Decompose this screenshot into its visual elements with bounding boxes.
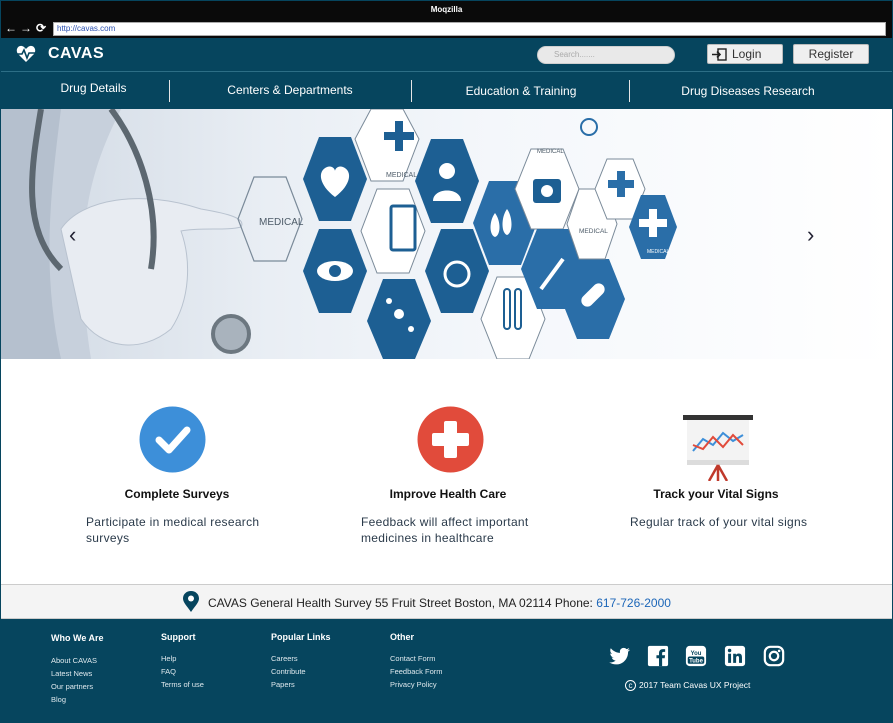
hex-label: MEDICAL — [259, 217, 304, 228]
back-icon[interactable]: ← — [5, 21, 17, 35]
forward-icon[interactable]: → — [20, 21, 32, 35]
twitter-icon[interactable] — [609, 645, 631, 667]
feature-desc-vitals: Regular track of your vital signs — [630, 515, 808, 529]
hex-label: MEDICAL — [386, 172, 417, 179]
footer-link[interactable]: Privacy Policy — [390, 680, 437, 689]
copyright-icon: c — [625, 680, 636, 691]
nav-divider — [629, 80, 630, 102]
svg-text:You: You — [691, 651, 702, 657]
footer-heading-popular: Popular Links — [271, 632, 331, 642]
medical-cross-icon — [417, 406, 484, 473]
svg-text:Tube: Tube — [689, 658, 703, 664]
features-section: Complete Surveys Participate in medical … — [1, 359, 892, 584]
footer-link[interactable]: Our partners — [51, 682, 93, 691]
feature-desc-health: Feedback will affect important medicines… — [361, 515, 529, 545]
feature-desc-surveys: Participate in medical research surveys — [86, 515, 260, 545]
footer-link[interactable]: Contribute — [271, 667, 306, 676]
address-text: CAVAS General Health Survey 55 Fruit Str… — [208, 596, 671, 610]
hero-carousel: MEDICAL MEDICAL MEDICAL MEDICAL MEDICAL … — [1, 109, 892, 359]
footer-link[interactable]: Latest News — [51, 669, 92, 678]
main-nav: Drug Details Centers & Departments Educa… — [1, 71, 892, 109]
footer-link[interactable]: Contact Form — [390, 654, 435, 663]
feature-title-vitals: Track your Vital Signs — [653, 487, 779, 501]
login-button[interactable]: Login — [707, 44, 783, 64]
facebook-icon[interactable] — [647, 645, 669, 667]
address-bar[interactable]: http://cavas.com — [53, 22, 886, 36]
medical-hexagons: MEDICAL MEDICAL MEDICAL MEDICAL MEDICAL — [237, 109, 677, 359]
footer-link[interactable]: About CAVAS — [51, 656, 97, 665]
register-button[interactable]: Register — [793, 44, 869, 64]
map-pin-icon — [183, 591, 199, 612]
site-header: CAVAS Search....... Login Register — [1, 38, 892, 71]
logo-text[interactable]: CAVAS — [48, 45, 104, 63]
heart-pulse-icon — [16, 45, 36, 62]
phone-link[interactable]: 617-726-2000 — [596, 596, 671, 610]
window-title: Moqzilla — [1, 1, 892, 19]
footer-link[interactable]: Careers — [271, 654, 298, 663]
carousel-next-icon[interactable]: › — [807, 224, 814, 246]
linkedin-icon[interactable] — [724, 645, 746, 667]
footer-link[interactable]: Terms of use — [161, 680, 204, 689]
nav-divider — [169, 80, 170, 102]
footer-heading-support: Support — [161, 632, 196, 642]
footer-link[interactable]: Feedback Form — [390, 667, 443, 676]
carousel-prev-icon[interactable]: ‹ — [69, 224, 76, 246]
check-circle-icon — [139, 406, 206, 473]
copyright-label: 2017 Team Cavas UX Project — [639, 680, 751, 690]
footer-heading-other: Other — [390, 632, 415, 642]
hex-label: MEDICAL — [647, 249, 669, 255]
footer-link[interactable]: Help — [161, 654, 176, 663]
browser-window: Moqzilla ← → ⟳ http://cavas.com CAVAS Se… — [0, 0, 893, 723]
search-input[interactable]: Search....... — [537, 46, 675, 64]
footer-heading-who: Who We Are — [51, 633, 104, 643]
nav-item-research[interactable]: Drug Diseases Research — [631, 72, 865, 110]
feature-title-health: Improve Health Care — [389, 487, 507, 501]
browser-toolbar: ← → ⟳ http://cavas.com — [1, 19, 892, 38]
nav-item-drug-details[interactable]: Drug Details — [21, 72, 166, 110]
instagram-icon[interactable] — [763, 645, 785, 667]
hero-image: MEDICAL MEDICAL MEDICAL MEDICAL MEDICAL — [1, 109, 677, 359]
copyright-text: c 2017 Team Cavas UX Project — [625, 680, 750, 691]
footer-link[interactable]: Blog — [51, 695, 66, 704]
youtube-icon[interactable]: You Tube — [685, 645, 707, 667]
nav-item-education[interactable]: Education & Training — [413, 72, 629, 110]
login-icon — [712, 48, 727, 61]
reload-icon[interactable]: ⟳ — [36, 21, 46, 35]
address-strip: CAVAS General Health Survey 55 Fruit Str… — [1, 584, 892, 619]
nav-item-centers[interactable]: Centers & Departments — [171, 72, 409, 110]
hex-label: MEDICAL — [537, 149, 564, 155]
hex-label: MEDICAL — [579, 228, 608, 235]
feature-title-surveys: Complete Surveys — [124, 487, 230, 501]
login-label: Login — [732, 47, 762, 61]
address-line: CAVAS General Health Survey 55 Fruit Str… — [208, 596, 597, 610]
nav-divider — [411, 80, 412, 102]
footer-link[interactable]: Papers — [271, 680, 295, 689]
chart-board-icon — [683, 415, 753, 481]
footer-link[interactable]: FAQ — [161, 667, 176, 676]
site-footer: Who We Are About CAVAS Latest News Our p… — [1, 619, 892, 723]
